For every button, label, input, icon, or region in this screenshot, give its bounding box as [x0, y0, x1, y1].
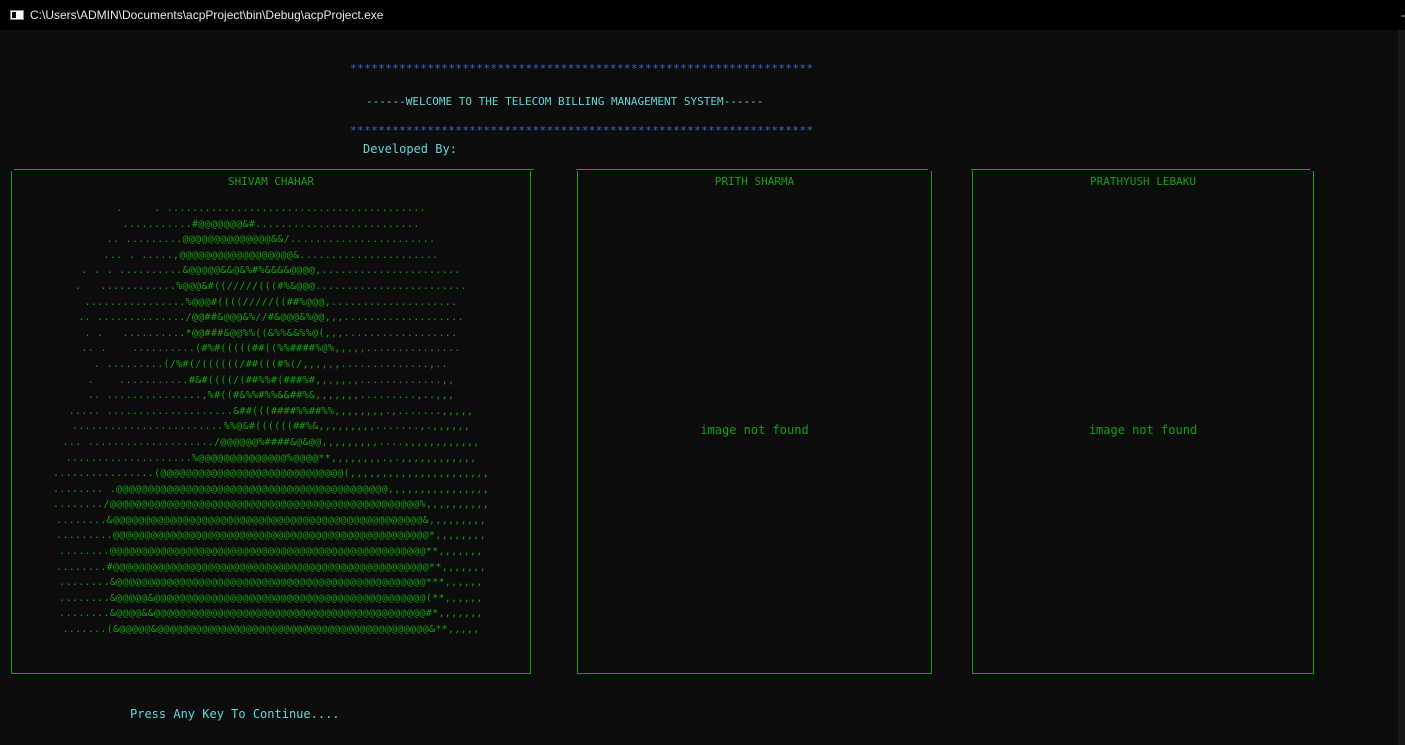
- image-not-found-message: image not found: [1088, 423, 1198, 437]
- header-stars-bottom: ****************************************…: [350, 124, 814, 137]
- welcome-banner: ------WELCOME TO THE TELECOM BILLING MAN…: [366, 95, 764, 108]
- window-title: C:\Users\ADMIN\Documents\acpProject\bin\…: [30, 8, 384, 22]
- developer-name: PRATHYUSH LEBAKU: [1090, 175, 1196, 188]
- continue-prompt: Press Any Key To Continue....: [130, 707, 340, 721]
- header-stars-top: ****************************************…: [350, 62, 814, 75]
- image-not-found-message: image not found: [700, 423, 809, 437]
- developer-name: SHIVAM CHAHAR: [227, 175, 315, 188]
- developer-panel-prathyush: PRATHYUSH LEBAKU image not found: [972, 171, 1314, 674]
- developer-ascii-portrait: . . ....................................…: [52, 203, 490, 636]
- developer-panel-prith: PRITH SHARMA image not found: [577, 171, 932, 674]
- console-scrollbar-track[interactable]: [1398, 30, 1405, 745]
- developer-name: PRITH SHARMA: [714, 175, 795, 188]
- titlebar-corner-glyph: -: [1401, 8, 1405, 22]
- panel-prith-top-border: [576, 169, 928, 170]
- panel-prathyush-top-border: [971, 169, 1310, 170]
- developer-panel-shivam: SHIVAM CHAHAR . . ......................…: [11, 171, 531, 674]
- developed-by-label: Developed By:: [363, 142, 457, 156]
- panel-shivam-top-border: [14, 169, 534, 170]
- console-app-icon: [10, 10, 24, 20]
- window-titlebar[interactable]: C:\Users\ADMIN\Documents\acpProject\bin\…: [0, 0, 1405, 30]
